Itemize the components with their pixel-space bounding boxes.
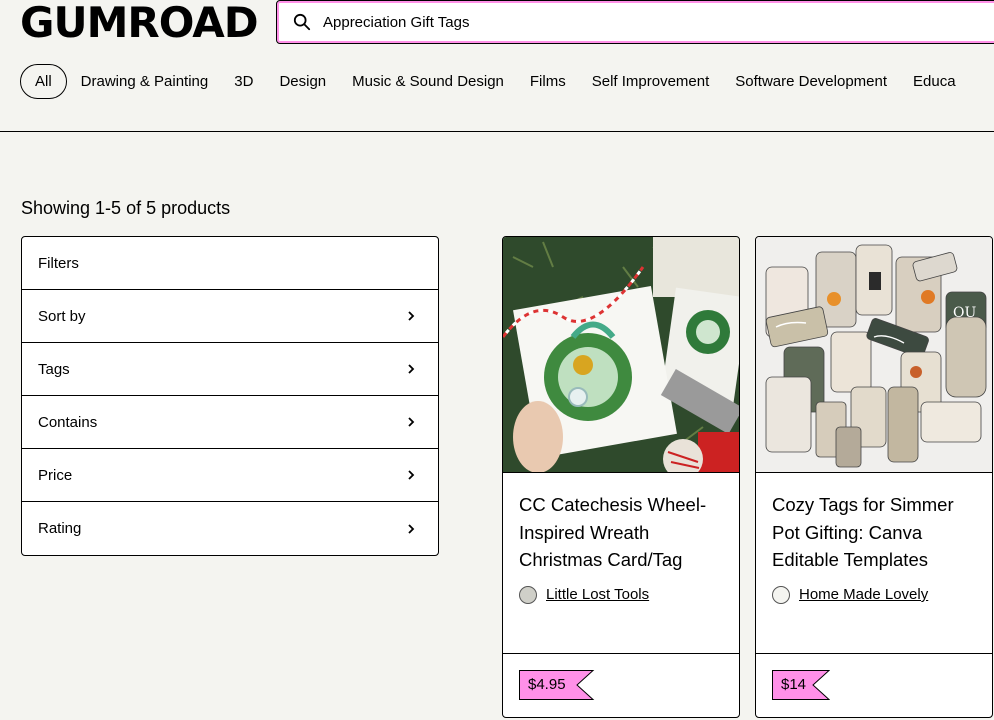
filter-sort-by[interactable]: Sort by: [22, 290, 438, 343]
creator-avatar: [519, 585, 537, 604]
results-count: Showing 1-5 of 5 products: [21, 198, 231, 218]
filters-panel: Filters Sort by Tags Contains Price Rati…: [21, 236, 439, 556]
product-card[interactable]: OU Cozy Tags for Simmer Pot Gifting: Can…: [755, 236, 993, 718]
product-title[interactable]: Cozy Tags for Simmer Pot Gifting: Canva …: [772, 491, 976, 574]
category-music-sound-design[interactable]: Music & Sound Design: [352, 73, 504, 90]
creator-link[interactable]: Little Lost Tools: [519, 585, 723, 604]
category-all[interactable]: All: [20, 63, 67, 99]
category-nav: All Drawing & Painting 3D Design Music &…: [20, 62, 982, 100]
svg-text:OU: OU: [953, 305, 976, 321]
filter-label: Contains: [38, 413, 98, 431]
filter-tags[interactable]: Tags: [22, 343, 438, 396]
product-thumbnail[interactable]: OU: [756, 237, 992, 473]
product-title[interactable]: CC Catechesis Wheel-Inspired Wreath Chri…: [519, 491, 723, 574]
filters-heading-label: Filters: [38, 254, 79, 272]
chevron-right-icon: [408, 364, 415, 374]
gumroad-logo[interactable]: Gumroad: [20, 0, 259, 46]
header-divider: [0, 131, 994, 132]
product-thumbnail[interactable]: [503, 237, 739, 473]
search-bar[interactable]: [276, 0, 994, 44]
chevron-right-icon: [408, 311, 415, 321]
category-drawing-painting[interactable]: Drawing & Painting: [81, 73, 209, 90]
filter-label: Tags: [38, 360, 70, 378]
filter-contains[interactable]: Contains: [22, 396, 438, 449]
chevron-right-icon: [408, 417, 415, 427]
category-design[interactable]: Design: [279, 73, 326, 90]
category-software-development[interactable]: Software Development: [735, 73, 887, 90]
filters-heading: Filters: [22, 237, 438, 290]
price-value: $4.95: [528, 676, 566, 693]
search-input[interactable]: [321, 12, 925, 32]
creator-name[interactable]: Home Made Lovely: [799, 586, 928, 603]
category-education[interactable]: Educa: [913, 73, 956, 90]
filter-label: Price: [38, 466, 73, 484]
filter-rating[interactable]: Rating: [22, 502, 438, 555]
chevron-right-icon: [408, 470, 415, 480]
category-films[interactable]: Films: [530, 73, 566, 90]
creator-avatar: [772, 585, 790, 604]
creator-link[interactable]: Home Made Lovely: [772, 585, 976, 604]
wreath-card-image: [503, 237, 739, 472]
price-area: $14: [756, 653, 992, 717]
gift-tags-image: OU: [756, 237, 992, 472]
creator-name[interactable]: Little Lost Tools: [546, 586, 649, 603]
filter-label: Rating: [38, 520, 82, 537]
price-value: $14: [781, 676, 807, 693]
category-3d[interactable]: 3D: [234, 73, 253, 90]
search-icon: [293, 13, 311, 31]
chevron-right-icon: [408, 523, 415, 534]
filter-label: Sort by: [38, 307, 86, 325]
price-area: $4.95: [503, 653, 739, 717]
category-self-improvement[interactable]: Self Improvement: [592, 73, 710, 90]
filter-price[interactable]: Price: [22, 449, 438, 502]
product-card[interactable]: CC Catechesis Wheel-Inspired Wreath Chri…: [502, 236, 740, 718]
